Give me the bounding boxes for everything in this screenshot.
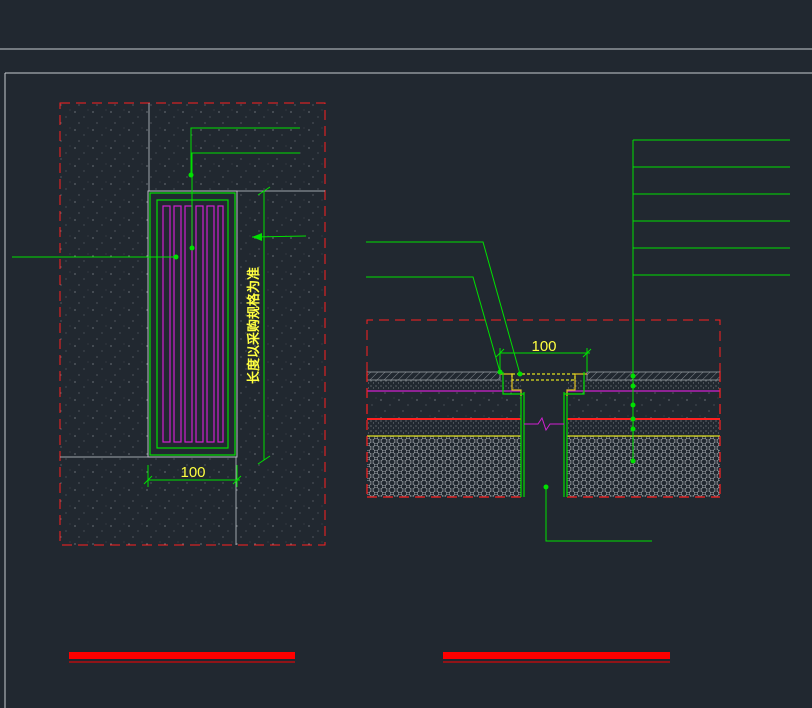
plan-view: 长度以采购规格为准 100 [12,102,326,546]
leader-dot [630,426,636,432]
mortar-layer [367,380,521,392]
mortar-layer [567,380,720,392]
leader-dot [173,254,179,260]
paving-layer [366,371,501,381]
leader-dot [497,369,503,375]
leader-dot [188,172,194,178]
drain-pipe [520,392,568,497]
leader-dot [630,416,636,422]
gravel-layer [567,436,720,497]
concrete-layer [367,392,521,418]
length-note-label: 长度以采购规格为准 [246,267,261,384]
leader-dot [517,371,523,377]
leader-dot [630,373,636,379]
section-title-bar [443,652,670,659]
gravel-layer [367,436,521,497]
plan-width-label: 100 [180,464,205,481]
section-width-label: 100 [531,338,556,355]
plan-title-bar [69,652,295,659]
base-layer [567,420,720,436]
concrete-layer [567,392,720,418]
pipe-break-line [524,416,564,432]
section-view: 100 [366,139,790,542]
leader-dot [630,458,636,464]
leader-dot [630,383,636,389]
leader-dot [630,402,636,408]
leader-dot [189,245,195,251]
paving-layer [586,371,721,381]
leader-dot [543,484,549,490]
cad-drawing-canvas: 长度以采购规格为准 100 100 [0,48,812,708]
base-layer [367,420,521,436]
